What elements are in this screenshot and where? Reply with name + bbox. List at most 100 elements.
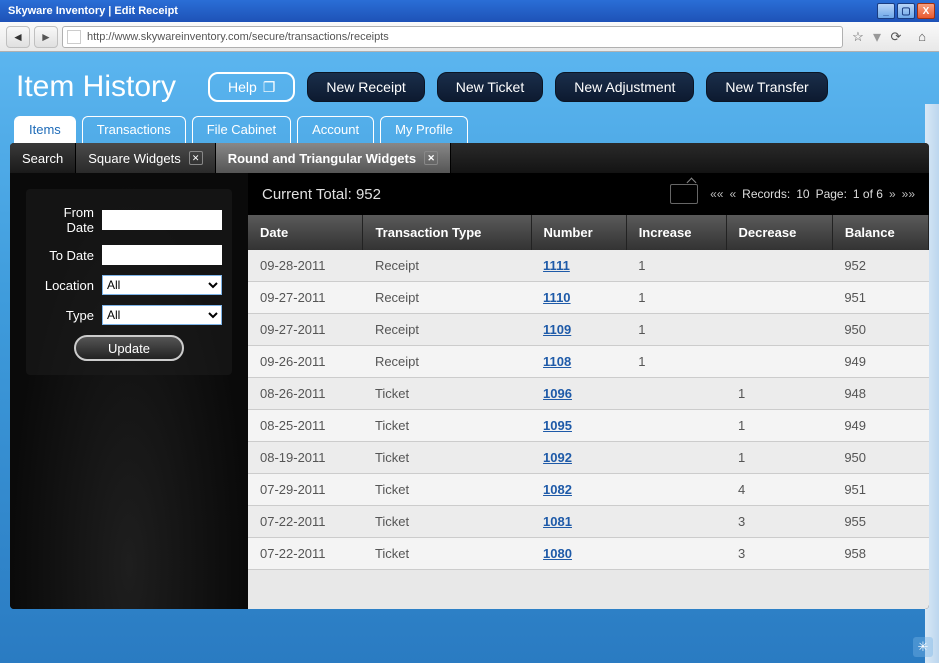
sub-tab-search[interactable]: Search xyxy=(10,143,76,173)
table-row: 09-26-2011Receipt11081949 xyxy=(248,346,929,378)
table-row: 08-25-2011Ticket10951949 xyxy=(248,410,929,442)
col-balance[interactable]: Balance xyxy=(832,215,928,250)
cell-increase: 1 xyxy=(626,346,726,378)
new-transfer-button[interactable]: New Transfer xyxy=(706,72,827,102)
new-receipt-button[interactable]: New Receipt xyxy=(307,72,424,102)
window-minimize-button[interactable]: _ xyxy=(877,3,895,19)
url-text: http://www.skywareinventory.com/secure/t… xyxy=(87,31,389,43)
tab-account[interactable]: Account xyxy=(297,116,374,143)
help-button[interactable]: Help ❐ xyxy=(208,72,295,102)
cell-balance: 955 xyxy=(832,506,928,538)
number-link[interactable]: 1108 xyxy=(543,354,571,369)
cell-decrease: 4 xyxy=(726,474,832,506)
pager-next-button[interactable]: » xyxy=(889,187,896,201)
cell-balance: 951 xyxy=(832,474,928,506)
update-button[interactable]: Update xyxy=(74,335,184,361)
close-icon[interactable]: ✕ xyxy=(424,151,438,165)
cell-balance: 951 xyxy=(832,282,928,314)
filter-sidebar: From Date To Date Location All Type All xyxy=(10,173,248,609)
pager-last-button[interactable]: »» xyxy=(902,187,915,201)
window-titlebar: Skyware Inventory | Edit Receipt _ ▢ X xyxy=(0,0,939,22)
cell-type: Ticket xyxy=(363,506,531,538)
tab-my-profile[interactable]: My Profile xyxy=(380,116,468,143)
number-link[interactable]: 1096 xyxy=(543,386,572,401)
cell-increase xyxy=(626,506,726,538)
number-link[interactable]: 1095 xyxy=(543,418,572,433)
help-label: Help xyxy=(228,79,257,95)
bug-icon[interactable]: ✳ xyxy=(913,637,933,657)
cell-increase xyxy=(626,442,726,474)
browser-forward-button[interactable]: ► xyxy=(34,26,58,48)
number-link[interactable]: 1110 xyxy=(543,290,571,305)
type-select[interactable]: All xyxy=(102,305,222,325)
cell-increase: 1 xyxy=(626,282,726,314)
bookmark-star-icon[interactable]: ☆ xyxy=(847,26,869,48)
col-increase[interactable]: Increase xyxy=(626,215,726,250)
type-label: Type xyxy=(66,308,94,323)
location-select[interactable]: All xyxy=(102,275,222,295)
number-link[interactable]: 1109 xyxy=(543,322,571,337)
to-date-label: To Date xyxy=(49,248,94,263)
cell-balance: 952 xyxy=(832,250,928,282)
page-value: 1 of 6 xyxy=(853,187,883,201)
browser-back-button[interactable]: ◄ xyxy=(6,26,30,48)
new-adjustment-button[interactable]: New Adjustment xyxy=(555,72,694,102)
cell-date: 08-19-2011 xyxy=(248,442,363,474)
number-link[interactable]: 1080 xyxy=(543,546,572,561)
col-number[interactable]: Number xyxy=(531,215,626,250)
from-date-input[interactable] xyxy=(102,210,222,230)
pager-prev-button[interactable]: « xyxy=(729,187,736,201)
number-link[interactable]: 1111 xyxy=(543,258,570,273)
tab-transactions[interactable]: Transactions xyxy=(82,116,186,143)
sub-tab-label: Round and Triangular Widgets xyxy=(228,151,416,166)
cell-decrease xyxy=(726,250,832,282)
data-area: Current Total: 952 «« « Records: 10 Page… xyxy=(248,173,929,609)
export-icon[interactable] xyxy=(670,184,698,204)
number-link[interactable]: 1081 xyxy=(543,514,572,529)
table-wrap: Date Transaction Type Number Increase De… xyxy=(248,215,929,609)
cell-date: 07-29-2011 xyxy=(248,474,363,506)
cell-decrease: 1 xyxy=(726,442,832,474)
url-bar[interactable]: http://www.skywareinventory.com/secure/t… xyxy=(62,26,843,48)
to-date-input[interactable] xyxy=(102,245,222,265)
refresh-button[interactable]: ⟳ xyxy=(885,26,907,48)
cell-balance: 949 xyxy=(832,410,928,442)
tab-items[interactable]: Items xyxy=(14,116,76,143)
table-row: 07-22-2011Ticket10813955 xyxy=(248,506,929,538)
cell-increase xyxy=(626,410,726,442)
from-date-label: From Date xyxy=(36,205,94,235)
table-row: 07-29-2011Ticket10824951 xyxy=(248,474,929,506)
sub-tab-round-triangular-widgets[interactable]: Round and Triangular Widgets ✕ xyxy=(216,143,451,173)
cell-type: Receipt xyxy=(363,250,531,282)
cell-number: 1108 xyxy=(531,346,626,378)
sub-tab-square-widgets[interactable]: Square Widgets ✕ xyxy=(76,143,216,173)
new-ticket-button[interactable]: New Ticket xyxy=(437,72,543,102)
col-date[interactable]: Date xyxy=(248,215,363,250)
number-link[interactable]: 1092 xyxy=(543,450,572,465)
col-transaction-type[interactable]: Transaction Type xyxy=(363,215,531,250)
pager-first-button[interactable]: «« xyxy=(710,187,723,201)
cell-increase: 1 xyxy=(626,250,726,282)
cell-type: Receipt xyxy=(363,314,531,346)
transactions-table: Date Transaction Type Number Increase De… xyxy=(248,215,929,570)
home-button[interactable]: ⌂ xyxy=(911,26,933,48)
cell-date: 08-25-2011 xyxy=(248,410,363,442)
page-title: Item History xyxy=(16,70,176,104)
number-link[interactable]: 1082 xyxy=(543,482,572,497)
cell-number: 1081 xyxy=(531,506,626,538)
window-close-button[interactable]: X xyxy=(917,3,935,19)
cell-date: 07-22-2011 xyxy=(248,506,363,538)
cell-number: 1095 xyxy=(531,410,626,442)
window-maximize-button[interactable]: ▢ xyxy=(897,3,915,19)
cell-date: 08-26-2011 xyxy=(248,378,363,410)
col-decrease[interactable]: Decrease xyxy=(726,215,832,250)
cell-balance: 948 xyxy=(832,378,928,410)
close-icon[interactable]: ✕ xyxy=(189,151,203,165)
cell-number: 1080 xyxy=(531,538,626,570)
current-total-value: 952 xyxy=(356,186,381,203)
cell-number: 1111 xyxy=(531,250,626,282)
cell-balance: 949 xyxy=(832,346,928,378)
cell-increase xyxy=(626,538,726,570)
tab-file-cabinet[interactable]: File Cabinet xyxy=(192,116,291,143)
records-label: Records: xyxy=(742,187,790,201)
